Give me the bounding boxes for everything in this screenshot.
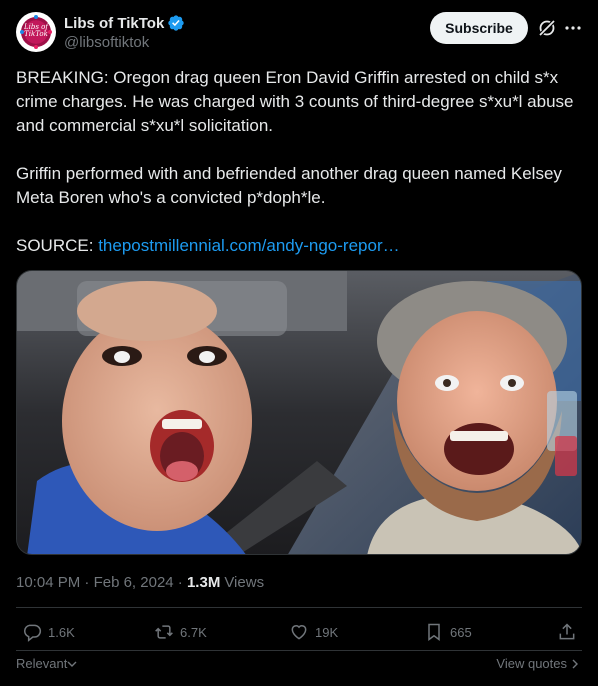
avatar[interactable]: Libs of TikTok <box>16 12 56 52</box>
bookmark-button[interactable]: 665 <box>424 620 472 644</box>
chevron-down-icon <box>67 661 77 667</box>
reply-sort-label: Relevant <box>16 656 68 671</box>
reply-count: 1.6K <box>48 624 75 640</box>
avatar-logo-dot <box>48 30 52 34</box>
bookmark-count: 665 <box>450 624 472 640</box>
source-link[interactable]: thepostmillennial.com/andy-ngo-repor… <box>98 236 399 255</box>
chevron-right-icon <box>572 659 578 668</box>
meta-separator: · <box>80 573 94 591</box>
tweet-text: BREAKING: Oregon drag queen Eron David G… <box>16 66 576 258</box>
repost-icon <box>155 625 173 639</box>
reply-button[interactable]: 1.6K <box>22 620 75 644</box>
tweet-time[interactable]: 10:04 PM <box>16 574 80 591</box>
more-options-icon[interactable] <box>563 18 583 38</box>
view-quotes-link[interactable]: View quotes <box>496 656 580 671</box>
avatar-logo-dot <box>34 45 38 49</box>
reply-icon <box>24 624 42 642</box>
photo-illustration <box>17 271 581 554</box>
views-count: 1.3M <box>186 573 221 591</box>
avatar-logo-dot <box>20 30 24 34</box>
repost-button[interactable]: 6.7K <box>154 620 207 644</box>
view-quotes-label: View quotes <box>496 656 567 671</box>
divider <box>16 607 582 608</box>
grok-icon[interactable] <box>537 18 557 38</box>
avatar-logo-dot <box>34 15 38 19</box>
like-button[interactable]: 19K <box>289 620 338 644</box>
tweet-photo[interactable] <box>16 270 582 555</box>
author-display-name[interactable]: Libs of TikTok <box>64 15 164 32</box>
reply-sort-dropdown[interactable]: Relevant <box>16 656 77 671</box>
subscribe-button[interactable]: Subscribe <box>430 12 528 44</box>
tweet-meta: 10:04 PM · Feb 6, 2024 · 1.3M Views <box>16 572 264 592</box>
repost-count: 6.7K <box>180 624 207 640</box>
like-count: 19K <box>315 624 339 640</box>
tweet-source-line: SOURCE: thepostmillennial.com/andy-ngo-r… <box>16 234 576 258</box>
tweet-date[interactable]: Feb 6, 2024 <box>94 574 174 591</box>
verified-badge-icon <box>168 15 184 31</box>
meta-separator: · <box>173 573 187 591</box>
share-button[interactable] <box>557 620 577 644</box>
author-name-row[interactable]: Libs of TikTok <box>64 13 185 33</box>
source-label: SOURCE: <box>16 236 99 255</box>
author-handle[interactable]: @libsoftiktok <box>64 34 149 51</box>
tweet-paragraph: Griffin performed with and befriended an… <box>16 164 562 207</box>
share-icon <box>559 623 575 640</box>
heart-icon <box>291 625 307 640</box>
views-label: Views <box>224 573 265 591</box>
bookmark-icon <box>428 623 440 641</box>
tweet-paragraph: BREAKING: Oregon drag queen Eron David G… <box>16 68 574 135</box>
divider <box>16 650 582 651</box>
